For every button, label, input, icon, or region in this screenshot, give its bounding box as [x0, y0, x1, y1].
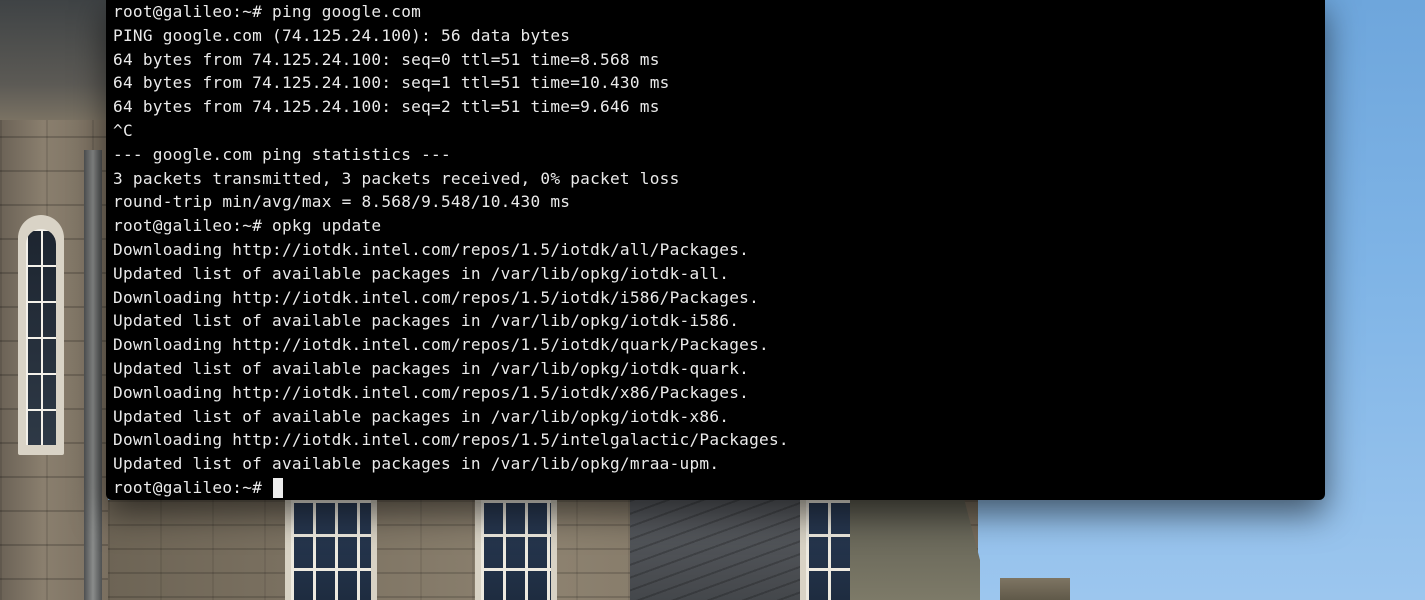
terminal-line: Downloading http://iotdk.intel.com/repos…: [113, 335, 769, 355]
terminal-line: 64 bytes from 74.125.24.100: seq=0 ttl=5…: [113, 49, 660, 69]
wallpaper-building-roof: [0, 0, 108, 120]
terminal-line: 64 bytes from 74.125.24.100: seq=1 ttl=5…: [113, 73, 670, 93]
wallpaper-chimney: [1000, 578, 1070, 600]
terminal-line: Downloading http://iotdk.intel.com/repos…: [113, 287, 760, 307]
text-cursor: [273, 477, 284, 498]
terminal-line: Updated list of available packages in /v…: [113, 358, 750, 378]
terminal-line: ^C: [113, 120, 133, 140]
terminal-prompt-line[interactable]: root@galileo:~#: [113, 476, 1325, 500]
terminal-line: Updated list of available packages in /v…: [113, 406, 730, 426]
terminal-line: Downloading http://iotdk.intel.com/repos…: [113, 239, 750, 259]
terminal-line: 64 bytes from 74.125.24.100: seq=2 ttl=5…: [113, 97, 660, 117]
terminal-line: --- google.com ping statistics ---: [113, 144, 451, 164]
wallpaper-window: [475, 500, 557, 600]
wallpaper-drainpipe: [84, 150, 102, 600]
terminal-line: round-trip min/avg/max = 8.568/9.548/10.…: [113, 192, 571, 212]
wallpaper-gable: [850, 500, 980, 600]
terminal-line: 3 packets transmitted, 3 packets receive…: [113, 168, 680, 188]
terminal-window[interactable]: root@galileo:~# ping google.com PING goo…: [106, 0, 1325, 500]
terminal-line: PING google.com (74.125.24.100): 56 data…: [113, 25, 571, 45]
wallpaper-window: [285, 500, 377, 600]
terminal-line: Downloading http://iotdk.intel.com/repos…: [113, 430, 789, 450]
terminal-line: Updated list of available packages in /v…: [113, 311, 740, 331]
terminal-line: Updated list of available packages in /v…: [113, 454, 720, 474]
wallpaper-gothic-window: [18, 215, 64, 455]
terminal-line: Updated list of available packages in /v…: [113, 263, 730, 283]
terminal-line: root@galileo:~# opkg update: [113, 216, 382, 236]
terminal-line: root@galileo:~# ping google.com: [113, 2, 422, 21]
terminal-line: Downloading http://iotdk.intel.com/repos…: [113, 382, 750, 402]
terminal-prompt: root@galileo:~#: [113, 477, 273, 497]
